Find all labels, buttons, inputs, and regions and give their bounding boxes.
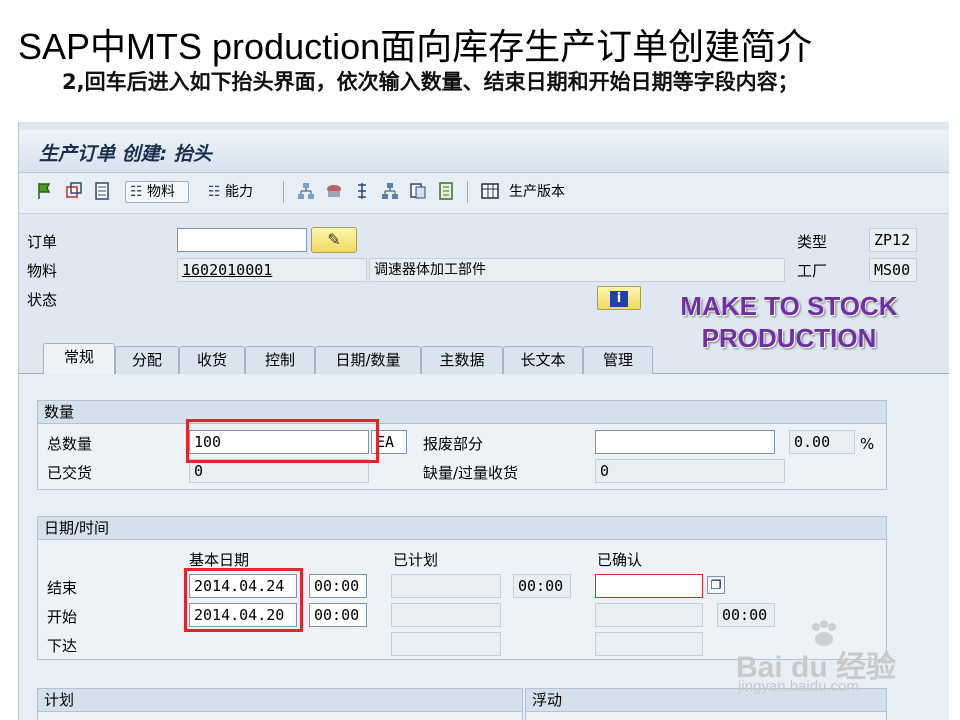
material-button-label: 物料	[147, 184, 176, 200]
document-icon[interactable]	[407, 181, 429, 203]
operations-icon[interactable]	[351, 181, 373, 203]
scrap-field[interactable]	[595, 430, 775, 454]
flag-icon[interactable]	[35, 181, 57, 203]
tab-goods-receipt[interactable]: 收货	[179, 346, 245, 374]
release-label: 下达	[47, 637, 78, 655]
scheduled-start-date-field	[391, 603, 501, 627]
pencil-icon: ✎	[327, 230, 341, 249]
material-button[interactable]: ☷ 物料	[125, 181, 189, 203]
order-field[interactable]	[177, 228, 307, 252]
tab-administration[interactable]: 管理	[583, 346, 653, 374]
quantity-highlight	[186, 419, 379, 463]
edit-button[interactable]: ✎	[311, 227, 357, 253]
make-to-stock-overlay: MAKE TO STOCK PRODUCTION	[639, 290, 939, 354]
confirmed-finish-date-field[interactable]	[595, 574, 703, 598]
short-over-field: 0	[595, 459, 785, 483]
finish-label: 结束	[47, 579, 78, 597]
dates-section-title: 日期/时间	[38, 517, 886, 540]
structure-icon[interactable]	[379, 181, 401, 203]
plant-field: MS00	[869, 258, 917, 282]
material-description: 调速器体加工部件	[369, 258, 785, 282]
capacity-button-label: 能力	[225, 184, 254, 200]
toolbar-separator	[283, 181, 284, 203]
confirmed-start-date-field	[595, 603, 703, 627]
info-button[interactable]: i	[597, 286, 641, 310]
basic-dates-header: 基本日期	[189, 551, 250, 569]
order-type-field: ZP12	[869, 228, 917, 252]
copy-icon[interactable]: ❐	[707, 576, 725, 594]
tab-dates-quantities[interactable]: 日期/数量	[315, 346, 421, 374]
tab-general[interactable]: 常规	[43, 343, 115, 374]
scheduled-header: 已计划	[393, 551, 439, 569]
slide-title: SAP中MTS production面向库存生产订单创建简介	[18, 26, 813, 67]
component-icon[interactable]	[323, 181, 345, 203]
network-icon: ☷	[208, 184, 221, 200]
slide-subtitle: 2,回车后进入如下抬头界面，依次输入数量、结束日期和开始日期等字段内容；	[62, 70, 799, 94]
toolbar-separator	[467, 181, 468, 203]
delivered-label: 已交货	[47, 464, 93, 482]
window-titlebar: 生产订单 创建: 抬头	[19, 130, 949, 173]
planning-section-title: 计划	[38, 689, 522, 712]
status-label: 状态	[27, 291, 58, 309]
hierarchy-icon[interactable]	[295, 181, 317, 203]
copy-window-icon[interactable]	[63, 181, 85, 203]
scheduled-finish-time-field: 00:00	[513, 574, 571, 598]
percent-sign: %	[860, 435, 875, 453]
type-label: 类型	[797, 233, 828, 251]
capacity-button[interactable]: ☷ 能力	[203, 181, 263, 203]
dates-highlight	[184, 568, 303, 632]
list-icon[interactable]	[435, 181, 457, 203]
table-icon[interactable]	[479, 181, 501, 203]
overlay-line-1: MAKE TO STOCK	[680, 291, 898, 321]
confirmed-release-date-field	[595, 632, 703, 656]
application-toolbar: ☷ 物料 ☷ 能力 生产版本	[19, 173, 949, 214]
tab-long-text[interactable]: 长文本	[503, 346, 583, 374]
total-quantity-label: 总数量	[47, 435, 93, 453]
confirmed-header: 已确认	[597, 551, 643, 569]
calculator-icon[interactable]	[91, 181, 113, 203]
tab-assignment[interactable]: 分配	[115, 346, 179, 374]
basic-start-time-field[interactable]: 00:00	[309, 603, 367, 627]
overlay-line-2: PRODUCTION	[701, 323, 877, 353]
material-label: 物料	[27, 262, 58, 280]
baidu-watermark: Bai du 经验 jingyan.baidu.com	[736, 620, 946, 700]
scheduled-release-date-field	[391, 632, 501, 656]
basic-finish-time-field[interactable]: 00:00	[309, 574, 367, 598]
short-over-label: 缺量/过量收货	[423, 464, 519, 482]
info-icon: i	[610, 291, 628, 307]
plant-label: 工厂	[797, 262, 828, 280]
tab-control[interactable]: 控制	[245, 346, 315, 374]
planning-panel: 计划	[37, 688, 523, 720]
order-label: 订单	[27, 233, 58, 251]
production-version-button[interactable]: 生产版本	[509, 181, 589, 203]
window-title: 生产订单 创建: 抬头	[39, 143, 212, 165]
network-icon: ☷	[130, 184, 143, 200]
tab-master-data[interactable]: 主数据	[421, 346, 503, 374]
scrap-label: 报废部分	[423, 435, 484, 453]
scrap-percent-field: 0.00	[789, 430, 855, 454]
material-field[interactable]: 1602010001	[177, 258, 367, 282]
watermark-url: jingyan.baidu.com	[738, 678, 859, 695]
quantity-section-title: 数量	[38, 401, 886, 424]
start-label: 开始	[47, 608, 78, 626]
scheduled-finish-date-field	[391, 574, 501, 598]
